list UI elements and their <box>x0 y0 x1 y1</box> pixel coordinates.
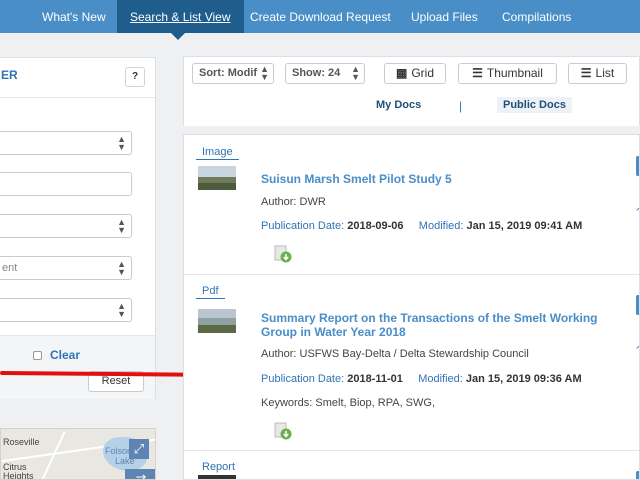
result-title[interactable]: Suisun Marsh Smelt Pilot Study 5 <box>261 172 611 186</box>
result-author: Author: USFWS Bay-Delta / Delta Stewards… <box>261 348 529 360</box>
result-dates: Publication Date: 2018-09-06 Modified: J… <box>261 220 582 232</box>
result-type-label[interactable]: Pdf <box>196 285 225 299</box>
download-icon[interactable] <box>274 422 292 440</box>
map-label-roseville: Roseville <box>3 437 40 447</box>
result-thumbnail[interactable] <box>198 475 236 479</box>
result-card: Pdf Summary Report on the Transactions o… <box>184 275 639 451</box>
grid-button[interactable]: ▦ Grid <box>384 63 446 84</box>
results-toolbar: Sort: Modif ▲ ▼ Show: 24 ▲ ▼ ▦ Grid ☰ Thumbn… <box>183 56 640 126</box>
result-title[interactable]: Summary Report on the Transactions of th… <box>261 311 611 339</box>
filter-text-input[interactable] <box>0 172 132 196</box>
sort-select[interactable]: Sort: Modif ▲ ▼ <box>192 63 274 84</box>
filter-select-4[interactable]: ▲ ▼ <box>0 298 132 322</box>
select-arrows-icon: ▲ ▼ <box>117 217 126 235</box>
select-arrows-icon: ▲ ▼ <box>351 64 360 82</box>
download-icon[interactable] <box>274 245 292 263</box>
pin-icon[interactable]: ↗ <box>635 341 639 352</box>
result-action-button[interactable] <box>636 156 639 176</box>
result-type-label[interactable]: Image <box>196 146 239 160</box>
filter-select-1[interactable]: ▲ ▼ <box>0 131 132 155</box>
show-select-label: Show: 24 <box>292 67 341 79</box>
expand-icon[interactable]: ⤢ <box>129 439 149 459</box>
select-arrows-icon: ▲ ▼ <box>117 301 126 319</box>
result-thumbnail[interactable] <box>198 166 236 190</box>
tab-search-list-view[interactable]: Search & List View <box>117 0 244 33</box>
result-card: Report <box>184 451 639 479</box>
map-label-heights: Heights <box>3 471 34 480</box>
result-keywords: Keywords: Smelt, Biop, RPA, SWG, <box>261 397 436 409</box>
list-button[interactable]: ☰ List <box>568 63 627 84</box>
modified-value: Jan 15, 2019 09:36 AM <box>465 373 582 385</box>
tab-compilations[interactable]: Compilations <box>502 0 571 33</box>
tab-my-docs[interactable]: My Docs <box>376 99 421 111</box>
grid-button-label: Grid <box>411 66 434 80</box>
modified-label: Modified: <box>418 373 463 385</box>
filter-select-3-value: ent <box>2 262 18 274</box>
sort-select-label: Sort: Modif <box>199 67 258 79</box>
clear-checkbox[interactable] <box>33 351 42 360</box>
result-thumbnail[interactable] <box>198 309 236 333</box>
active-tab-caret <box>171 33 185 40</box>
filter-select-3[interactable]: ent ▲ ▼ <box>0 256 132 280</box>
grid-icon: ▦ <box>395 66 408 80</box>
result-action-button[interactable] <box>636 471 639 479</box>
select-arrows-icon: ▲ ▼ <box>117 259 126 277</box>
tab-public-docs[interactable]: Public Docs <box>497 97 572 113</box>
select-arrows-icon: ▲ ▼ <box>260 64 269 82</box>
thumbnail-list-icon: ☰ <box>472 66 483 80</box>
filter-title: ER <box>1 68 18 82</box>
publication-date-label: Publication Date: <box>261 373 345 385</box>
modified-value: Jan 15, 2019 09:41 AM <box>466 220 583 232</box>
filter-header: ER ? <box>0 58 155 98</box>
tab-whats-new[interactable]: What's New <box>42 0 106 33</box>
tab-create-download-request[interactable]: Create Download Request <box>250 0 391 33</box>
docs-separator: | <box>459 99 463 113</box>
pdf-thumbnail-icon <box>198 309 236 333</box>
publication-date-value: 2018-09-06 <box>347 220 404 232</box>
result-type-label[interactable]: Report <box>196 461 241 474</box>
result-card: Image Suisun Marsh Smelt Pilot Study 5 A… <box>184 135 639 275</box>
list-button-label: List <box>595 66 615 80</box>
thumbnail-button-label: Thumbnail <box>486 66 543 80</box>
map-view[interactable]: Roseville Folsom Lake Citrus Heights ⤢ ⇄ <box>0 428 156 480</box>
publication-date-value: 2018-11-01 <box>347 373 403 385</box>
image-thumbnail-icon <box>198 166 236 190</box>
clear-label[interactable]: Clear <box>50 348 80 362</box>
pin-icon[interactable]: ↗ <box>635 203 639 214</box>
results-list: Image Suisun Marsh Smelt Pilot Study 5 A… <box>183 134 640 480</box>
help-button[interactable]: ? <box>125 67 145 87</box>
modified-label: Modified: <box>418 220 464 232</box>
tab-upload-files[interactable]: Upload Files <box>411 0 478 33</box>
result-dates: Publication Date: 2018-11-01 Modified: J… <box>261 373 582 385</box>
result-author: Author: DWR <box>261 196 326 208</box>
arrows-icon[interactable]: ⇄ <box>125 469 155 479</box>
select-arrows-icon: ▲ ▼ <box>117 134 126 152</box>
filter-footer: Clear Reset <box>0 335 155 399</box>
filter-panel: ER ? ▲ ▼ ▲ ▼ ent ▲ ▼ ▲ ▼ Clear Reset <box>0 57 156 399</box>
publication-date-label: Publication Date: <box>261 220 345 232</box>
result-action-button[interactable] <box>636 295 639 315</box>
filter-select-2[interactable]: ▲ ▼ <box>0 214 132 238</box>
list-icon: ☰ <box>580 66 592 80</box>
show-select[interactable]: Show: 24 ▲ ▼ <box>285 63 365 84</box>
top-nav: What's New Search & List View Create Dow… <box>0 0 640 40</box>
thumbnail-button[interactable]: ☰ Thumbnail <box>458 63 557 84</box>
